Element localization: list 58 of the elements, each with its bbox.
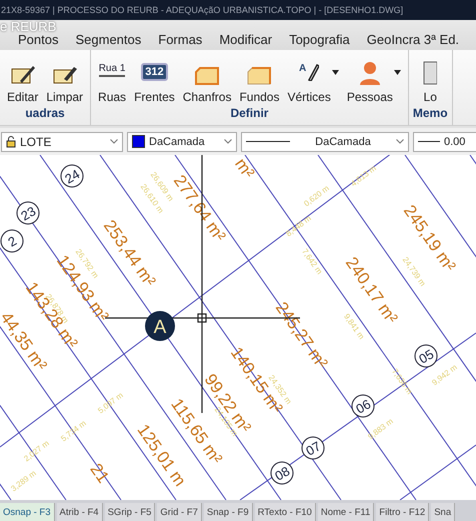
menu-tab[interactable]: Topografia (289, 32, 359, 47)
lot-number-marker: 07 (302, 436, 324, 460)
caret-icon (394, 70, 401, 75)
lot-number-marker: 24 (60, 164, 84, 188)
status-toggle[interactable]: Osnap - F3 (0, 503, 55, 521)
group-label: uadras (25, 106, 65, 120)
document-icon (423, 61, 438, 85)
point-marker: A (145, 311, 175, 341)
ribbon-button[interactable]: Rua 1 Ruas (95, 50, 130, 106)
lineweight-dropdown[interactable]: 0.00 (413, 132, 476, 152)
chevron-icon (110, 139, 118, 144)
menu-tab[interactable]: Modificar (219, 32, 282, 47)
ribbon-button[interactable]: Chanfros (180, 50, 234, 106)
chevron-icon (396, 139, 404, 144)
menu-tab[interactable]: GeoIncra 3ª Ed. (366, 32, 468, 47)
person-icon (358, 61, 382, 85)
lot-number-marker: 23 (16, 202, 40, 224)
color-swatch (132, 135, 145, 148)
area-label: 21 (86, 460, 113, 486)
status-toggle[interactable]: Atrib - F4 (56, 503, 103, 521)
menu-tab[interactable]: Pontos (18, 32, 68, 47)
group-label: Memo (412, 106, 448, 120)
lot-number-marker: 08 (270, 462, 294, 484)
ribbon-button[interactable]: Fundos (236, 50, 282, 106)
area-label: m² (231, 155, 258, 182)
caret-icon (332, 70, 339, 75)
ribbon-button[interactable]: Limpar (43, 50, 86, 106)
status-toggle[interactable]: RTexto - F10 (254, 503, 316, 521)
status-toggle[interactable]: SGrip - F5 (104, 503, 156, 521)
chevron-icon (224, 139, 232, 144)
lot-number-marker: 05 (414, 344, 438, 368)
plot-icon (195, 67, 220, 85)
lot-number-marker: 06 (352, 394, 374, 418)
menu-tab[interactable]: Formas (158, 32, 212, 47)
ribbon-button[interactable]: Pessoas (344, 50, 404, 106)
padlock-icon (6, 136, 16, 148)
line-sample-icon (418, 140, 440, 143)
menu-tab[interactable]: Segmentos (75, 32, 150, 47)
ribbon-button[interactable]: A Vértices (284, 50, 342, 106)
number-tag-icon: 312 (141, 63, 168, 81)
plot-icon (247, 67, 272, 85)
pencil-icon (10, 63, 36, 85)
ribbon-button[interactable]: 312 Frentes (131, 50, 178, 106)
color-dropdown[interactable]: DaCamada (127, 132, 237, 152)
linetype-dropdown[interactable]: DaCamada (241, 132, 409, 152)
status-toggle[interactable]: Nome - F11 (318, 503, 374, 521)
layer-dropdown[interactable]: LOTE (1, 132, 123, 152)
app-name-overlay: e REURB (0, 20, 56, 34)
line-sample-icon (246, 140, 290, 143)
lot-number-marker: 2 (0, 230, 24, 252)
status-toggle[interactable]: Grid - F7 (157, 503, 202, 521)
status-toggle[interactable]: Sna (431, 503, 456, 521)
status-toggle[interactable]: Filtro - F12 (376, 503, 430, 521)
window-title: 21X8-59367 | PROCESSO DO REURB - ADEQUAçãO URBANISTICA.TOPO | - [DESENHO1.DWG] (1, 5, 404, 15)
ribbon-button[interactable]: Lo (420, 50, 440, 106)
ribbon-button[interactable]: Editar (4, 50, 42, 106)
status-toggle[interactable]: Snap - F9 (204, 503, 253, 521)
group-label: Definir (230, 106, 268, 120)
